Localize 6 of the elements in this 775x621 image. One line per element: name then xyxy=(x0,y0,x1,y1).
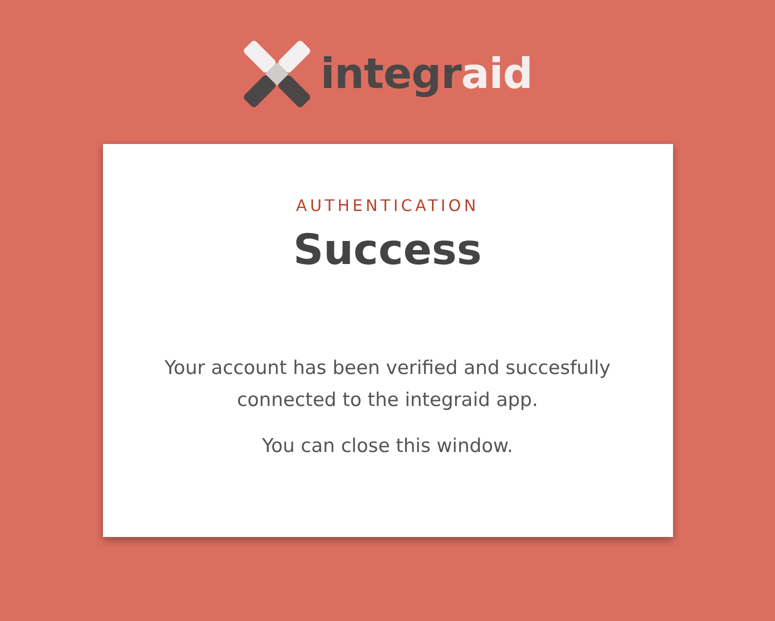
section-label: AUTHENTICATION xyxy=(296,195,479,217)
message-text: Your account has been verified and succesfully connected to the integraid app. xyxy=(164,356,612,413)
card-title: Success xyxy=(293,224,482,276)
logo-cross-icon xyxy=(242,40,311,108)
message-text: You can close this window. xyxy=(262,434,514,459)
logo-wordmark: integraid xyxy=(320,53,532,95)
